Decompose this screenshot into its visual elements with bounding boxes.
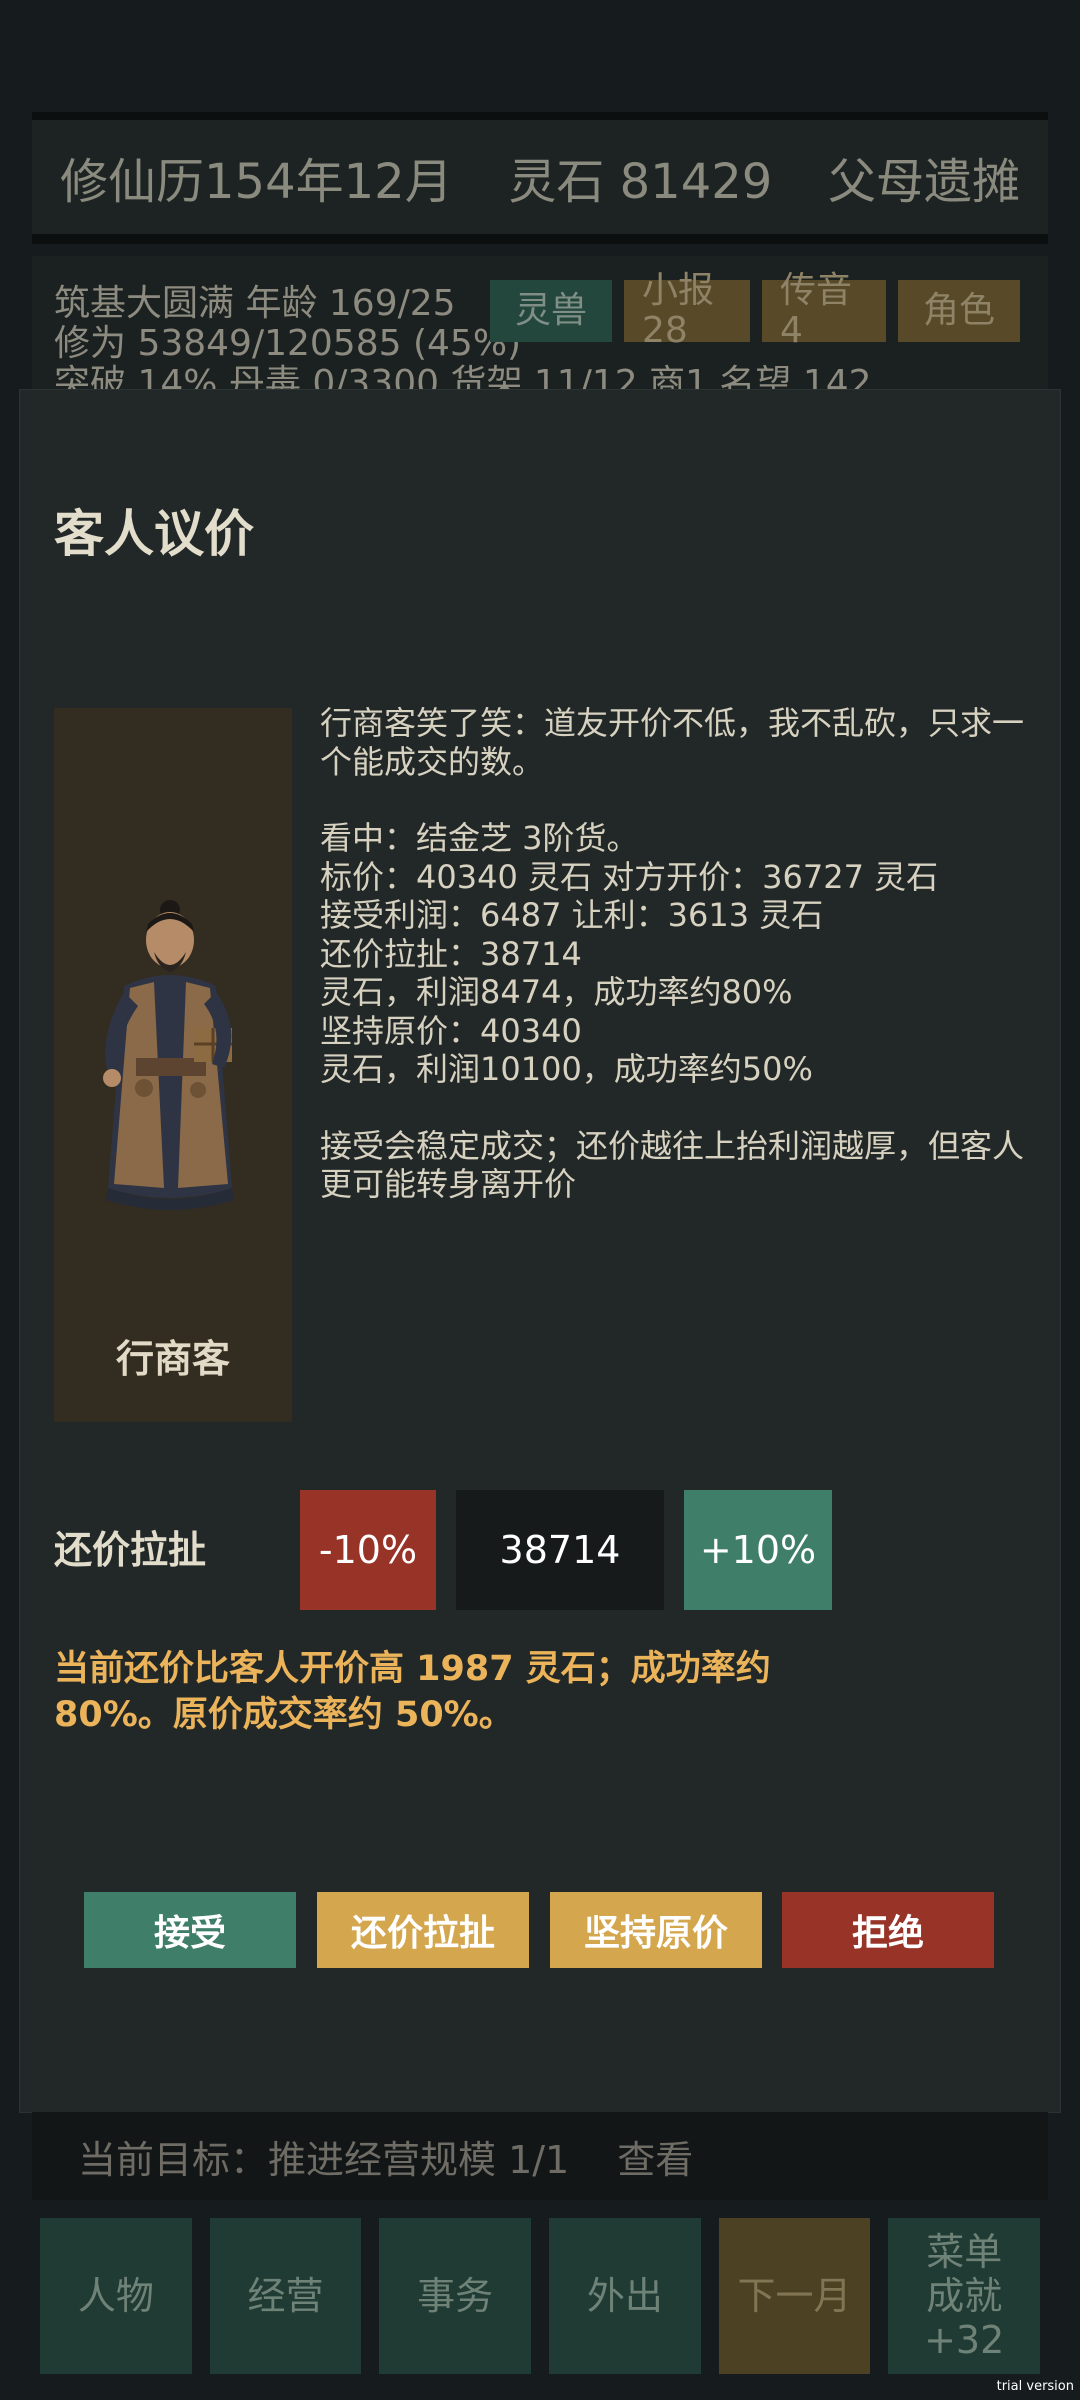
dialog-profit: 接受利润：6487 让利：3613 灵石: [320, 896, 824, 934]
dialog-prices: 标价：40340 灵石 对方开价：36727 灵石: [320, 857, 939, 896]
increase-offer-button[interactable]: +10%: [684, 1490, 832, 1610]
news-button[interactable]: 小报 28: [624, 271, 750, 351]
nav-business-button[interactable]: 经营: [209, 2218, 362, 2374]
top-status-bar: 修仙历154年12月 灵石 81429 父母遗摊: [32, 112, 1048, 244]
decrease-offer-button[interactable]: -10%: [300, 1490, 436, 1610]
character-button[interactable]: 角色: [898, 280, 1020, 342]
dialog-advice: 接受会稳定成交；还价越往上抬利润越厚，但客人更可能转身离开价: [320, 1126, 1025, 1204]
view-goal-link[interactable]: 查看: [617, 2129, 693, 2184]
nav-menu-label: 菜单: [926, 2230, 1003, 2274]
spirit-stones-label: 灵石 81429: [508, 154, 773, 210]
dialog-item: 看中：结金芝 3阶货。: [320, 819, 639, 857]
hold-price-button[interactable]: 坚持原价: [550, 1892, 762, 1968]
dialog-hold: 坚持原价：40340: [320, 1011, 582, 1050]
bargain-dialog: 客人议价 行商客 行商客笑了笑：道友开价不低，我不乱砍，只求一个能成交的数。 看…: [20, 390, 1060, 2112]
dialog-counter: 还价拉扯：38714: [320, 934, 582, 973]
dialog-counter-detail: 灵石，利润8474，成功率约80%: [320, 973, 793, 1011]
current-goal-text: 当前目标：推进经营规模 1/1: [78, 2137, 570, 2182]
nav-character-button[interactable]: 人物: [40, 2218, 192, 2374]
message-button[interactable]: 传音 4: [762, 271, 886, 351]
stats-chip-group: 灵兽 小报 28 传音 4 角色: [490, 271, 1020, 351]
nav-next-month-button[interactable]: 下一月: [718, 2218, 871, 2374]
offer-hint: 当前还价比客人开价高 1987 灵石；成功率约 80%。原价成交率约 50%。: [54, 1649, 771, 1735]
customer-portrait-panel: 行商客: [54, 708, 292, 1422]
stats-line-misc: 突破 14% 丹毒 0/3300 货架 11/12 商1 名望 142: [54, 363, 872, 393]
calendar-label: 修仙历154年12月: [60, 154, 453, 210]
dialog-intro: 行商客笑了笑：道友开价不低，我不乱砍，只求一个能成交的数。: [320, 704, 1025, 781]
nav-menu-button[interactable]: 菜单 成就+32: [888, 2218, 1041, 2374]
accept-button[interactable]: 接受: [84, 1892, 296, 1968]
current-goal-bar: 当前目标：推进经营规模 1/1 查看: [32, 2112, 1048, 2200]
reject-button[interactable]: 拒绝: [782, 1892, 994, 1968]
nav-achievements-label: 成就+32: [924, 2274, 1005, 2362]
counter-offer-value: 38714: [456, 1490, 664, 1610]
spirit-beast-button[interactable]: 灵兽: [490, 280, 612, 342]
nav-outing-button[interactable]: 外出: [549, 2218, 701, 2374]
customer-name: 行商客: [115, 1337, 230, 1381]
location-label[interactable]: 父母遗摊: [828, 142, 1020, 212]
negotiation-text: 行商客笑了笑：道友开价不低，我不乱砍，只求一个能成交的数。 看中：结金芝 3阶货…: [320, 704, 1024, 1204]
dialog-title: 客人议价: [54, 505, 254, 563]
merchant-portrait: [103, 900, 234, 1210]
character-stats-panel: 筑基大圆满 年龄 169/25 修为 53849/120585 (45%) 突破…: [32, 256, 1048, 392]
trial-watermark: trial version: [996, 2379, 1074, 2394]
nav-affairs-button[interactable]: 事务: [379, 2218, 532, 2374]
bottom-navigation: 人物 经营 事务 外出 下一月 菜单 成就+32: [32, 2208, 1048, 2376]
counter-offer-button[interactable]: 还价拉扯: [317, 1892, 529, 1968]
dialog-hold-detail: 灵石，利润10100，成功率约50%: [320, 1050, 813, 1088]
counter-offer-label: 还价拉扯: [54, 1527, 207, 1572]
